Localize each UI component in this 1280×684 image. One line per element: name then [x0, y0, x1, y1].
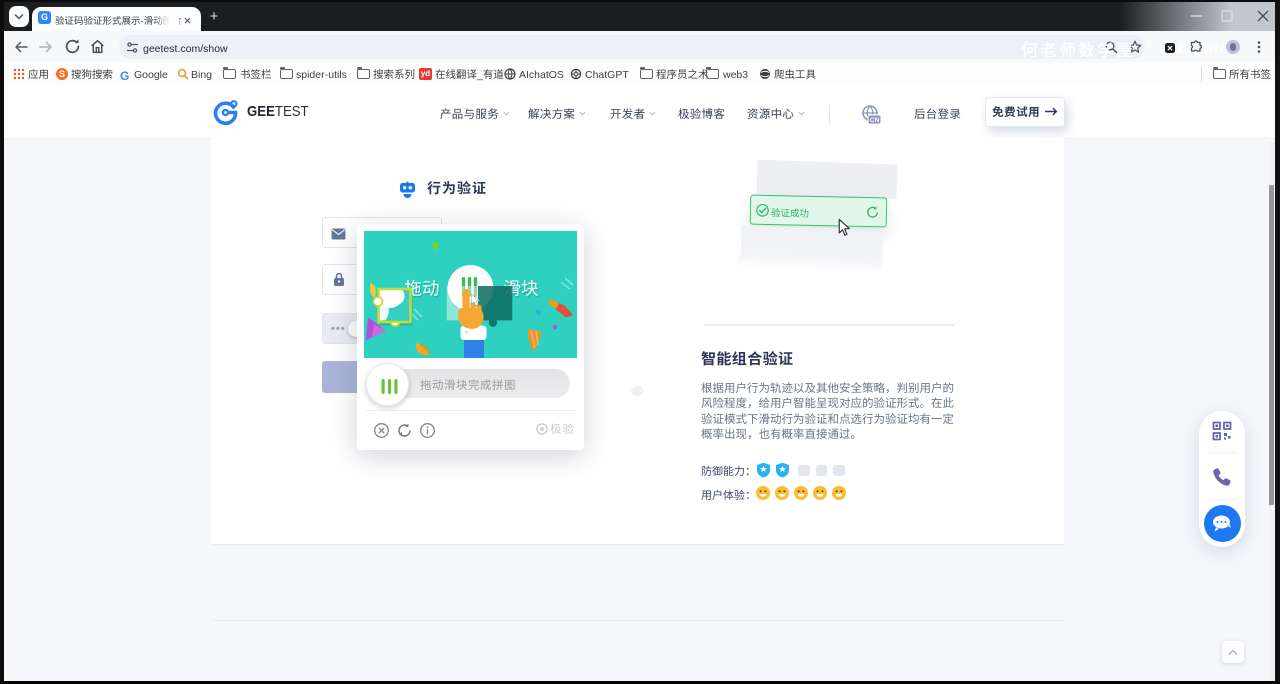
- svg-text:CN: CN: [870, 117, 880, 124]
